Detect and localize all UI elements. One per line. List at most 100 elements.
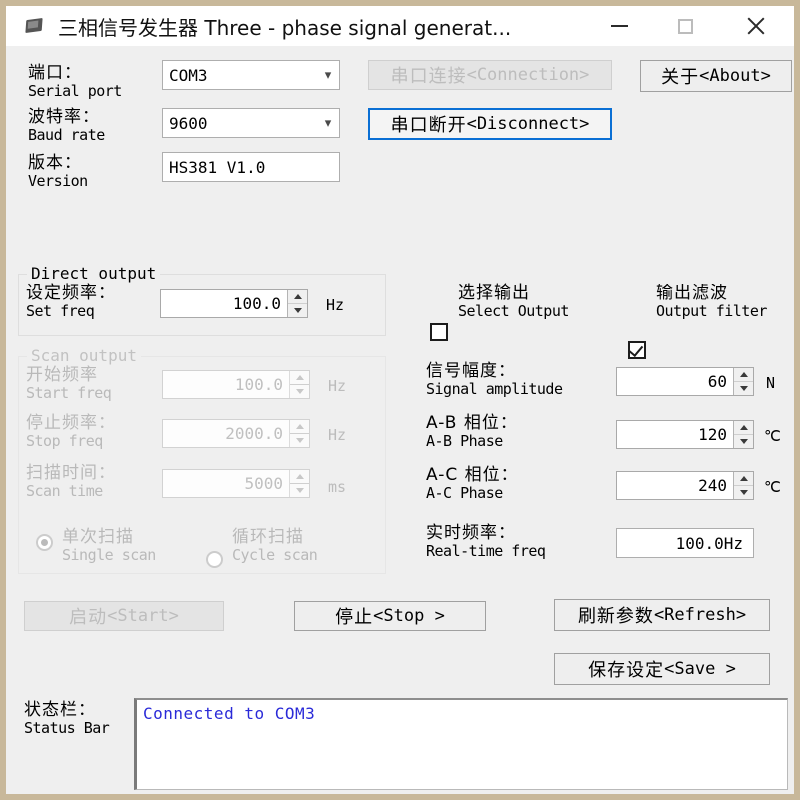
version-label: 版本： Version bbox=[28, 153, 88, 191]
realtime-freq-value: 100.0Hz bbox=[675, 533, 743, 553]
baud-rate-value: 9600 bbox=[169, 113, 208, 133]
disconnect-button[interactable]: 串口断开 <Disconnect> bbox=[368, 108, 612, 140]
window-title: 三相信号发生器 Three - phase signal generat... bbox=[58, 15, 512, 40]
ab-phase-label: A-B 相位： A-B Phase bbox=[426, 413, 518, 451]
triangle-up-icon bbox=[295, 424, 304, 429]
signal-amplitude-unit: N bbox=[766, 374, 776, 392]
about-button[interactable]: 关于 <About> bbox=[640, 60, 792, 92]
stepper-down-button bbox=[290, 434, 309, 447]
status-bar-label: 状态栏： Status Bar bbox=[24, 700, 110, 738]
realtime-freq-label: 实时频率： Real-time freq bbox=[426, 523, 546, 561]
app-window: 三相信号发生器 Three - phase signal generat... … bbox=[0, 0, 800, 800]
ac-phase-stepper[interactable] bbox=[733, 472, 753, 499]
minimize-icon bbox=[610, 25, 628, 27]
set-freq-value: 100.0 bbox=[232, 294, 281, 313]
scan-time-unit: ms bbox=[328, 478, 347, 496]
single-scan-radio bbox=[36, 534, 53, 551]
save-button[interactable]: 保存设定 <Save > bbox=[554, 653, 770, 685]
scan-output-legend: Scan output bbox=[27, 346, 141, 365]
triangle-down-icon bbox=[739, 386, 748, 391]
stop-freq-value: 2000.0 bbox=[225, 424, 283, 443]
stepper-down-button[interactable] bbox=[734, 435, 753, 448]
ab-phase-value: 120 bbox=[698, 425, 727, 444]
stop-button[interactable]: 停止 <Stop > bbox=[294, 601, 486, 631]
output-filter-checkbox[interactable] bbox=[628, 341, 646, 359]
triangle-up-icon bbox=[739, 372, 748, 377]
stop-freq-label: 停止频率： Stop freq bbox=[26, 413, 116, 451]
triangle-up-icon bbox=[293, 294, 302, 299]
stepper-up-button[interactable] bbox=[288, 290, 307, 304]
direct-output-legend: Direct output bbox=[27, 264, 161, 283]
ac-phase-label: A-C 相位： A-C Phase bbox=[426, 465, 519, 503]
ab-phase-stepper[interactable] bbox=[733, 421, 753, 448]
set-freq-label: 设定频率： Set freq bbox=[26, 283, 116, 321]
serial-port-label: 端口： Serial port bbox=[28, 63, 122, 101]
close-icon bbox=[745, 16, 765, 36]
set-freq-spinner[interactable]: 100.0 bbox=[160, 289, 308, 318]
triangle-up-icon bbox=[739, 476, 748, 481]
output-filter-label: 输出滤波 Output filter bbox=[656, 284, 767, 320]
ac-phase-value: 240 bbox=[698, 476, 727, 495]
select-output-label: 选择输出 Select Output bbox=[458, 283, 569, 321]
start-freq-label: 开始频率 Start freq bbox=[26, 365, 112, 403]
status-bar-textarea[interactable]: Connected to COM3 bbox=[134, 698, 788, 790]
connect-button[interactable]: 串口连接 <Connection> bbox=[368, 60, 612, 90]
maximize-button[interactable] bbox=[662, 6, 708, 46]
ab-phase-unit: ℃ bbox=[764, 427, 781, 445]
stepper-up-button bbox=[290, 371, 309, 385]
triangle-down-icon bbox=[739, 439, 748, 444]
select-output-checkbox[interactable] bbox=[430, 323, 448, 341]
title-bar: 三相信号发生器 Three - phase signal generat... bbox=[6, 6, 794, 46]
stepper-up-button bbox=[290, 470, 309, 484]
chevron-down-icon: ▾ bbox=[324, 115, 332, 131]
serial-port-select[interactable]: COM3 ▾ bbox=[162, 60, 340, 90]
stepper-down-button[interactable] bbox=[288, 304, 307, 317]
triangle-down-icon bbox=[295, 488, 304, 493]
serial-port-value: COM3 bbox=[169, 65, 208, 85]
cycle-scan-label: 循环扫描 Cycle scan bbox=[232, 527, 318, 565]
baud-rate-select[interactable]: 9600 ▾ bbox=[162, 108, 340, 138]
triangle-down-icon bbox=[295, 389, 304, 394]
realtime-freq-field: 100.0Hz bbox=[616, 528, 754, 558]
triangle-up-icon bbox=[295, 375, 304, 380]
triangle-down-icon bbox=[739, 490, 748, 495]
start-freq-spinner: 100.0 bbox=[162, 370, 310, 399]
start-freq-value: 100.0 bbox=[234, 375, 283, 394]
refresh-button[interactable]: 刷新参数 <Refresh> bbox=[554, 599, 770, 631]
stepper-up-button bbox=[290, 420, 309, 434]
stop-freq-stepper bbox=[289, 420, 309, 447]
ac-phase-unit: ℃ bbox=[764, 478, 781, 496]
scan-time-spinner: 5000 bbox=[162, 469, 310, 498]
scan-time-label: 扫描时间： Scan time bbox=[26, 463, 116, 501]
signal-amplitude-label: 信号幅度： Signal amplitude bbox=[426, 361, 563, 399]
signal-amplitude-value: 60 bbox=[707, 372, 727, 391]
triangle-up-icon bbox=[295, 474, 304, 479]
signal-amplitude-stepper[interactable] bbox=[733, 368, 753, 395]
stepper-down-button bbox=[290, 385, 309, 398]
stepper-down-button[interactable] bbox=[734, 486, 753, 499]
triangle-down-icon bbox=[293, 308, 302, 313]
triangle-up-icon bbox=[739, 425, 748, 430]
version-value: HS381 V1.0 bbox=[169, 157, 266, 177]
stepper-down-button[interactable] bbox=[734, 382, 753, 395]
cycle-scan-radio bbox=[206, 551, 223, 568]
scan-time-value: 5000 bbox=[244, 474, 283, 493]
stepper-up-button[interactable] bbox=[734, 472, 753, 486]
stepper-up-button[interactable] bbox=[734, 368, 753, 382]
set-freq-stepper[interactable] bbox=[287, 290, 307, 317]
chip-icon bbox=[22, 13, 48, 39]
triangle-down-icon bbox=[295, 438, 304, 443]
ab-phase-spinner[interactable]: 120 bbox=[616, 420, 754, 449]
maximize-icon bbox=[677, 18, 693, 34]
signal-amplitude-spinner[interactable]: 60 bbox=[616, 367, 754, 396]
start-button[interactable]: 启动 <Start> bbox=[24, 601, 224, 631]
close-button[interactable] bbox=[732, 6, 778, 46]
ac-phase-spinner[interactable]: 240 bbox=[616, 471, 754, 500]
stop-freq-spinner: 2000.0 bbox=[162, 419, 310, 448]
stepper-up-button[interactable] bbox=[734, 421, 753, 435]
single-scan-label: 单次扫描 Single scan bbox=[62, 527, 156, 565]
baud-rate-label: 波特率： Baud rate bbox=[28, 107, 105, 145]
minimize-button[interactable] bbox=[596, 6, 642, 46]
chevron-down-icon: ▾ bbox=[324, 67, 332, 83]
scan-time-stepper bbox=[289, 470, 309, 497]
